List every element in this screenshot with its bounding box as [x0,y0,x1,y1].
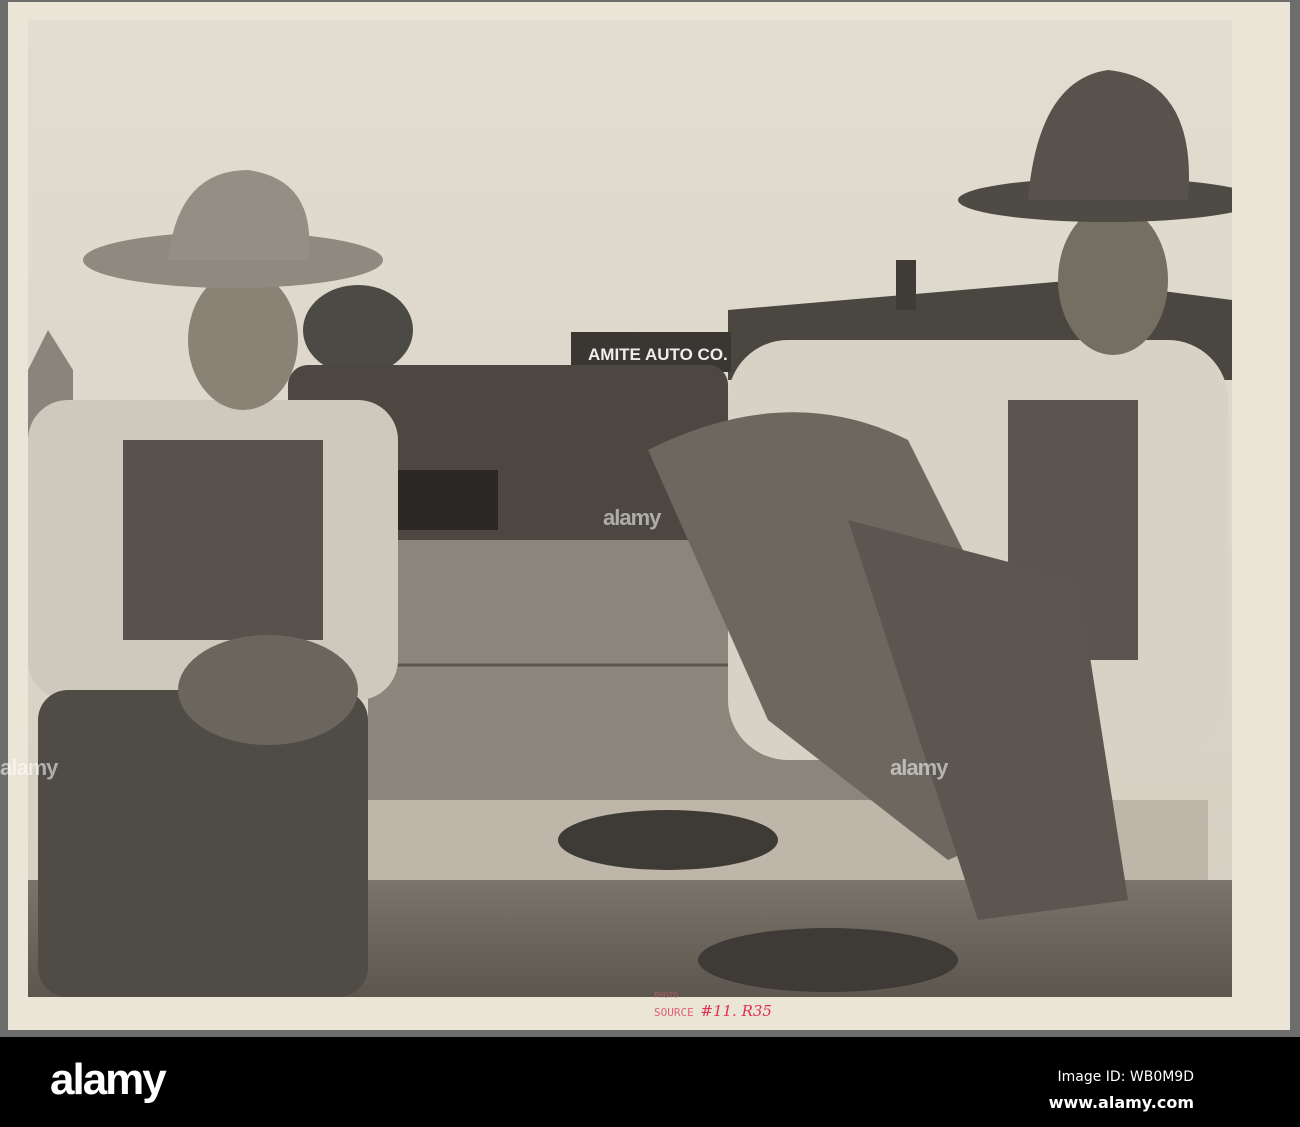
footer-bar: alamy Image ID: WB0M9D www.alamy.com [0,1037,1300,1127]
cab-window [398,470,498,530]
stamp-source-label: SOURCE [654,1006,694,1019]
tree [303,285,413,375]
right-boot [698,928,958,992]
left-boot [558,810,778,870]
stamp-source: SOURCE #11. R35 [654,1002,772,1020]
watermark: alamy [890,755,948,780]
watermark: alamy [603,505,661,530]
chimney [896,260,916,310]
stamp-photo: PHOTO [654,991,679,1000]
website-link[interactable]: www.alamy.com [1049,1093,1194,1112]
stamp-number: #11. R35 [700,1002,772,1020]
alamy-logo: alamy [50,1055,167,1104]
sign-text: AMITE AUTO CO. [588,345,728,364]
scanned-print: AMITE AUTO CO. PHOTO SOURCE #11. R35 ala… [0,0,1300,1037]
watermark: alamy [0,755,58,780]
image-id: Image ID: WB0M9D [1057,1069,1195,1085]
